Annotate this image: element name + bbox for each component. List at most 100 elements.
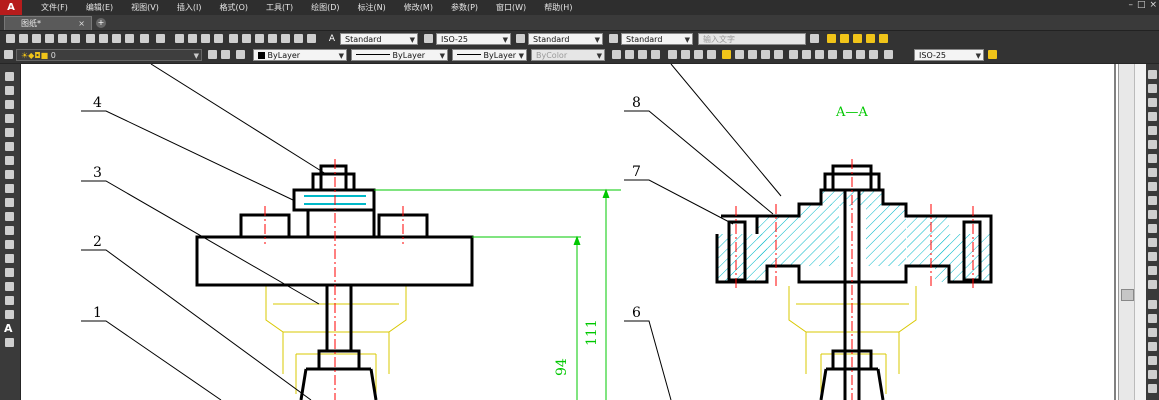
make-block-icon[interactable]: [5, 240, 14, 249]
scale-icon[interactable]: [1148, 168, 1157, 177]
menu-insert[interactable]: 插入(I): [168, 2, 211, 13]
spline-icon[interactable]: [5, 184, 14, 193]
menu-format[interactable]: 格式(O): [210, 2, 257, 13]
erase-icon[interactable]: [1148, 70, 1157, 79]
layer-tool-icon-4[interactable]: [866, 34, 875, 43]
copy-icon[interactable]: [99, 34, 108, 43]
modify-tool-icon-6[interactable]: [1148, 370, 1157, 379]
close-button[interactable]: ×: [1149, 0, 1157, 10]
polyline-icon[interactable]: [5, 100, 14, 109]
join-icon[interactable]: [1148, 238, 1157, 247]
modify-tool-icon-5[interactable]: [1148, 356, 1157, 365]
color-select[interactable]: ByLayer ▼: [253, 49, 347, 61]
find-text-icon[interactable]: [810, 34, 819, 43]
menu-file[interactable]: 文件(F): [32, 2, 77, 13]
add-selected-icon[interactable]: [5, 338, 14, 347]
layer-state-icon[interactable]: [236, 50, 245, 59]
modify-tool-icon-3[interactable]: [1148, 328, 1157, 337]
modify-tool-icon-7[interactable]: [1148, 384, 1157, 393]
layer-tool-icon-3[interactable]: [853, 34, 862, 43]
redo-icon[interactable]: [156, 34, 165, 43]
arc-length-icon[interactable]: [638, 50, 647, 59]
quickcalc-icon[interactable]: [294, 34, 303, 43]
menu-edit[interactable]: 编辑(E): [77, 2, 122, 13]
dim-style-toolbar-icon[interactable]: [884, 50, 893, 59]
menu-window[interactable]: 窗口(W): [487, 2, 535, 13]
baseline-dim-icon[interactable]: [735, 50, 744, 59]
publish-icon[interactable]: [71, 34, 80, 43]
layer-tool-icon-5[interactable]: [879, 34, 888, 43]
multiline-text-icon[interactable]: A: [4, 322, 13, 335]
linear-dim-icon[interactable]: [612, 50, 621, 59]
layer-previous-icon[interactable]: [221, 50, 230, 59]
match-properties-icon[interactable]: [125, 34, 134, 43]
zoom-window-icon[interactable]: [201, 34, 210, 43]
app-logo[interactable]: A: [0, 0, 22, 15]
layer-select[interactable]: ☀◆◘■ 0 ▼: [16, 49, 202, 61]
menu-dimension[interactable]: 标注(N): [349, 2, 395, 13]
add-tab-button[interactable]: +: [96, 18, 106, 28]
revision-cloud-icon[interactable]: [5, 170, 14, 179]
ordinate-dim-icon[interactable]: [651, 50, 660, 59]
jogged-linear-icon[interactable]: [828, 50, 837, 59]
offset-icon[interactable]: [1148, 112, 1157, 121]
lineweight-select[interactable]: ByLayer ▼: [452, 49, 527, 61]
menu-tools[interactable]: 工具(T): [257, 2, 302, 13]
print-icon[interactable]: [45, 34, 54, 43]
make-current-icon[interactable]: [208, 50, 217, 59]
save-icon[interactable]: [32, 34, 41, 43]
menu-draw[interactable]: 绘图(D): [302, 2, 348, 13]
ellipse-arc-icon[interactable]: [5, 212, 14, 221]
rectangle-icon[interactable]: [5, 128, 14, 137]
quick-dim-icon[interactable]: [722, 50, 731, 59]
point-icon[interactable]: [5, 254, 14, 263]
linetype-select[interactable]: ByLayer ▼: [351, 49, 448, 61]
help-icon[interactable]: [307, 34, 316, 43]
menu-view[interactable]: 视图(V): [122, 2, 168, 13]
array-icon[interactable]: [1148, 126, 1157, 135]
zoom-realtime-icon[interactable]: [188, 34, 197, 43]
break-icon[interactable]: [1148, 224, 1157, 233]
undo-icon[interactable]: [140, 34, 149, 43]
hatch-icon[interactable]: [5, 268, 14, 277]
construction-line-icon[interactable]: [5, 86, 14, 95]
explode-icon[interactable]: [1148, 280, 1157, 289]
menu-parametric[interactable]: 参数(P): [442, 2, 487, 13]
layer-tool-icon-2[interactable]: [840, 34, 849, 43]
sheet-set-icon[interactable]: [268, 34, 277, 43]
scrollbar-thumb[interactable]: [1121, 289, 1134, 301]
aligned-dim-icon[interactable]: [625, 50, 634, 59]
stretch-icon[interactable]: [1148, 182, 1157, 191]
center-mark-icon[interactable]: [802, 50, 811, 59]
markup-icon[interactable]: [281, 34, 290, 43]
gradient-icon[interactable]: [5, 282, 14, 291]
menu-modify[interactable]: 修改(M): [395, 2, 442, 13]
diameter-dim-icon[interactable]: [694, 50, 703, 59]
jogged-dim-icon[interactable]: [681, 50, 690, 59]
fillet-icon[interactable]: [1148, 266, 1157, 275]
radius-dim-icon[interactable]: [668, 50, 677, 59]
dim-style-select-2[interactable]: ISO-25 ▼: [914, 49, 984, 61]
close-tab-icon[interactable]: ×: [78, 17, 85, 31]
tolerance-icon[interactable]: [789, 50, 798, 59]
continue-dim-icon[interactable]: [748, 50, 757, 59]
inspection-icon[interactable]: [815, 50, 824, 59]
table-icon[interactable]: [5, 310, 14, 319]
line-icon[interactable]: [5, 72, 14, 81]
tool-palettes-icon[interactable]: [255, 34, 264, 43]
insert-block-icon[interactable]: [5, 226, 14, 235]
dim-break-icon[interactable]: [774, 50, 783, 59]
table-style-select[interactable]: Standard ▼: [528, 33, 603, 45]
text-style-select[interactable]: Standard ▼: [340, 33, 418, 45]
design-center-icon[interactable]: [242, 34, 251, 43]
dim-update-icon[interactable]: [869, 50, 878, 59]
modify-tool-icon-2[interactable]: [1148, 314, 1157, 323]
polygon-icon[interactable]: [5, 114, 14, 123]
tab-drawing[interactable]: 图纸* ×: [4, 16, 92, 30]
modify-tool-icon[interactable]: [1148, 300, 1157, 309]
dim-style-select[interactable]: ISO-25 ▼: [436, 33, 511, 45]
drawing-canvas[interactable]: 4 3 2 1 111 94 A—A 8 7 6: [21, 64, 1118, 400]
mirror-icon[interactable]: [1148, 98, 1157, 107]
layer-tool-icon[interactable]: [827, 34, 836, 43]
layer-properties-icon[interactable]: [4, 50, 13, 59]
